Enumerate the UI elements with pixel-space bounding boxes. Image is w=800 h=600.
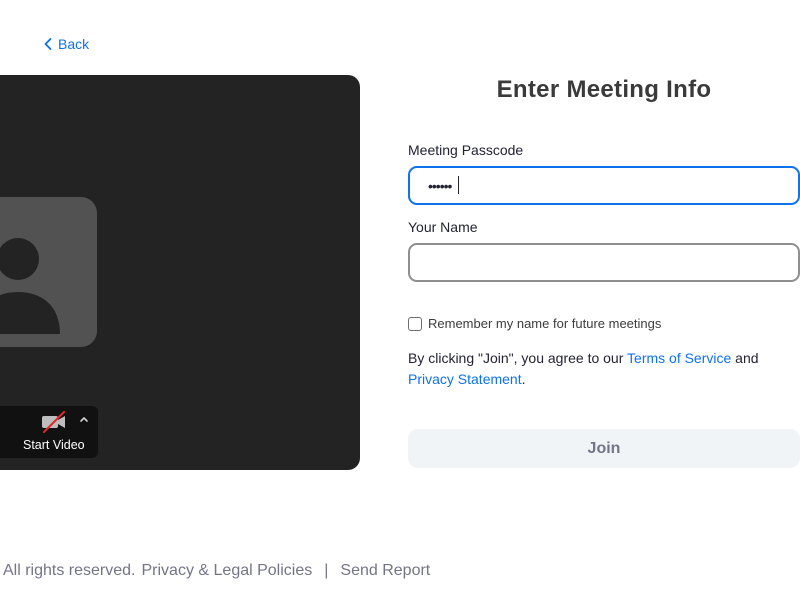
privacy-statement-link[interactable]: Privacy Statement bbox=[408, 371, 522, 387]
chevron-left-icon bbox=[44, 38, 52, 50]
remember-checkbox[interactable] bbox=[408, 316, 422, 331]
agreement-suffix: . bbox=[521, 371, 526, 387]
rights-text: All rights reserved. bbox=[3, 562, 136, 579]
meeting-info-panel: Enter Meeting Info Meeting Passcode ••••… bbox=[408, 0, 800, 600]
join-button[interactable]: Join bbox=[408, 429, 800, 468]
video-off-icon[interactable] bbox=[40, 410, 68, 434]
remember-label: Remember my name for future meetings bbox=[428, 316, 662, 331]
name-label: Your Name bbox=[408, 219, 478, 235]
footer-separator: | bbox=[324, 562, 329, 579]
avatar-placeholder bbox=[0, 197, 97, 347]
agreement-prefix: By clicking "Join", you agree to our bbox=[408, 350, 628, 366]
back-link[interactable]: Back bbox=[44, 34, 89, 54]
send-report-link[interactable]: Send Report bbox=[340, 562, 430, 580]
passcode-label: Meeting Passcode bbox=[408, 142, 524, 158]
remember-name-option[interactable]: Remember my name for future meetings bbox=[408, 316, 661, 331]
back-label: Back bbox=[58, 36, 90, 52]
terms-of-service-link[interactable]: Terms of Service bbox=[627, 350, 731, 366]
name-input[interactable] bbox=[408, 243, 800, 282]
agreement-and: and bbox=[731, 350, 759, 366]
video-control-bar: Start Video bbox=[0, 406, 98, 458]
start-video-button[interactable]: Start Video bbox=[23, 438, 85, 452]
privacy-legal-link[interactable]: Privacy & Legal Policies bbox=[142, 562, 313, 580]
footer: All rights reserved. Privacy & Legal Pol… bbox=[3, 562, 430, 580]
video-preview: Start Video bbox=[0, 75, 360, 470]
text-caret bbox=[458, 176, 459, 194]
passcode-input[interactable] bbox=[408, 166, 800, 205]
page-title: Enter Meeting Info bbox=[496, 76, 712, 103]
terms-agreement: By clicking "Join", you agree to our Ter… bbox=[408, 348, 800, 390]
chevron-up-icon[interactable] bbox=[78, 411, 90, 422]
